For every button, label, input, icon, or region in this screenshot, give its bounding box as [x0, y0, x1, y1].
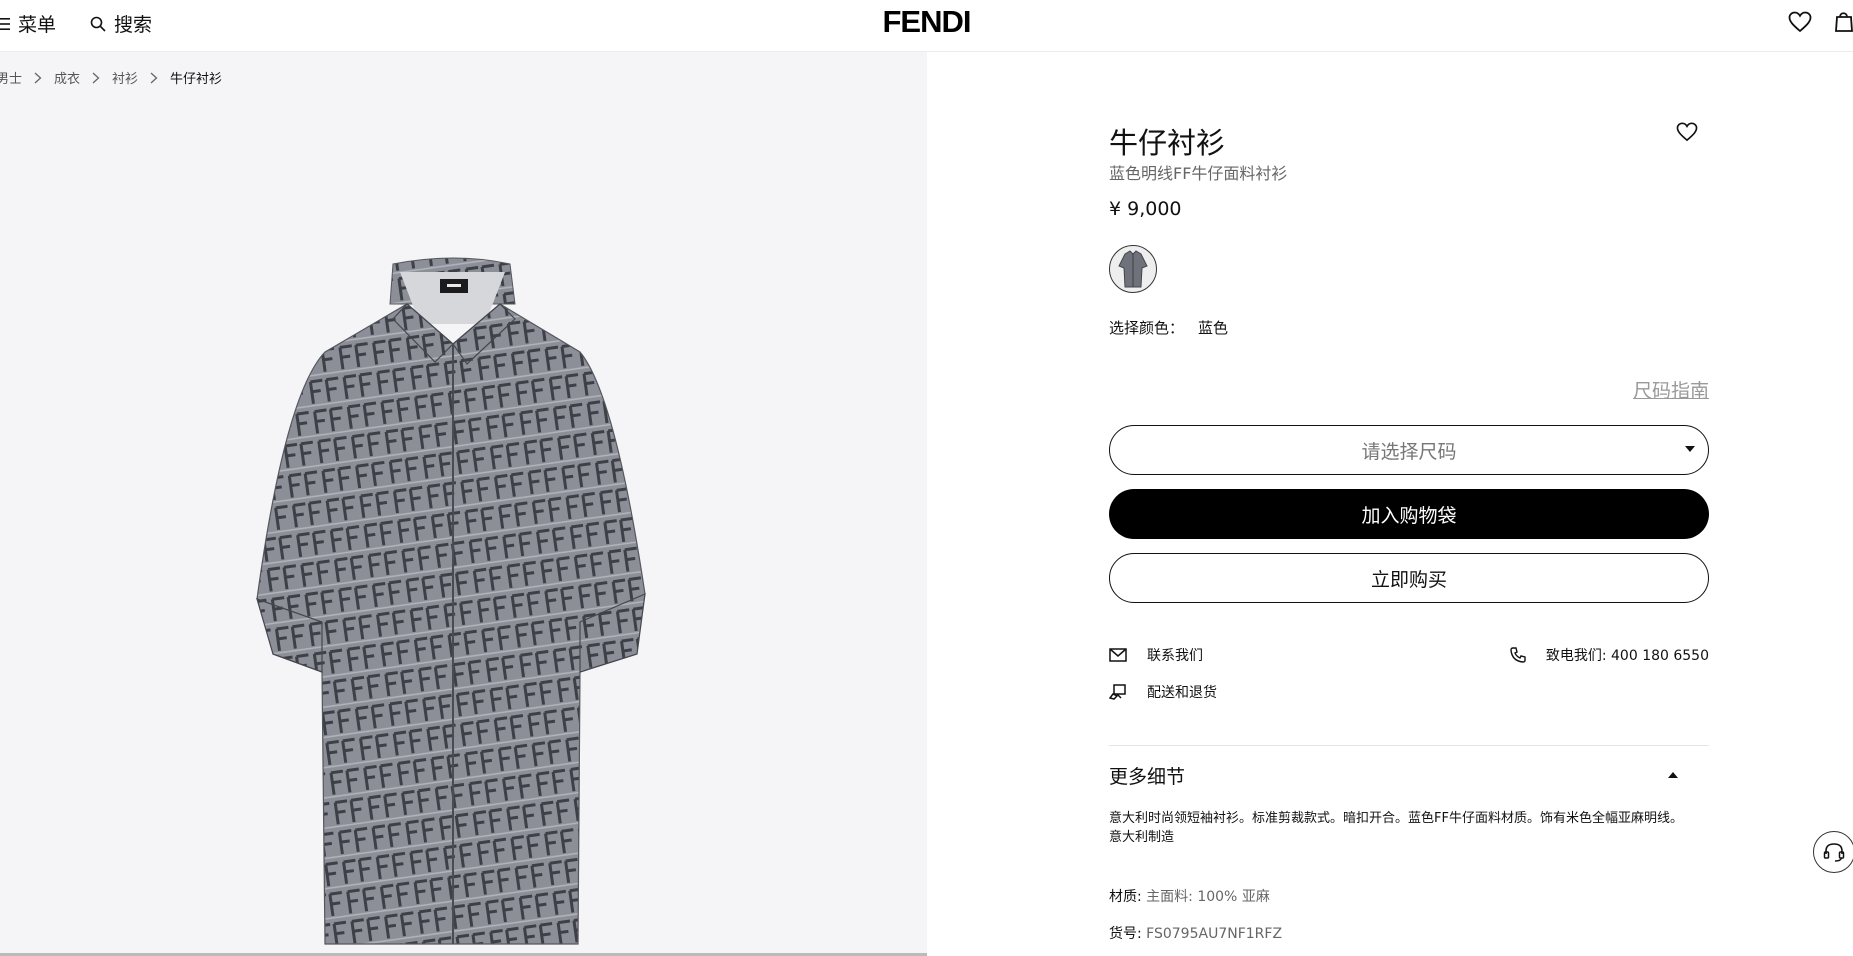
sku-value: FS0795AU7NF1RFZ — [1146, 926, 1283, 942]
wishlist-button[interactable] — [1788, 11, 1812, 37]
add-to-wishlist-button[interactable] — [1676, 122, 1698, 146]
add-to-bag-button[interactable]: 加入购物袋 — [1109, 489, 1709, 539]
menu-icon — [0, 17, 10, 30]
search-icon — [90, 16, 106, 32]
buy-now-button[interactable]: 立即购买 — [1109, 553, 1709, 603]
color-label: 选择颜色： — [1109, 319, 1185, 337]
section-divider — [1109, 745, 1709, 746]
chevron-right-icon — [150, 72, 158, 83]
chevron-right-icon — [34, 72, 42, 83]
size-guide-link[interactable]: 尺码指南 — [1633, 380, 1709, 402]
menu-label: 菜单 — [18, 14, 57, 36]
caret-down-icon — [1685, 446, 1695, 452]
more-details-heading: 更多细节 — [1109, 765, 1186, 788]
menu-button[interactable]: 菜单 — [0, 10, 56, 37]
breadcrumb-item-current: 牛仔衬衫 — [170, 72, 223, 87]
shopping-bag-button[interactable] — [1834, 9, 1853, 37]
call-us-label: 致电我们: 400 180 6550 — [1545, 648, 1709, 664]
breadcrumb-item-shirts[interactable]: 衬衫 — [112, 68, 138, 87]
breadcrumb-item-men[interactable]: 男士 — [0, 68, 22, 87]
made-in-text: 意大利制造 — [1109, 830, 1175, 845]
mail-icon — [1109, 648, 1127, 662]
caret-up-icon — [1668, 772, 1678, 778]
selected-color: 选择颜色： 蓝色 — [1109, 317, 1228, 338]
material-value: 主面料: 100% 亚麻 — [1146, 889, 1270, 905]
sku-label: 货号: — [1109, 926, 1142, 942]
delivery-returns-label: 配送和退货 — [1147, 685, 1217, 701]
material-spec: 材质: 主面料: 100% 亚麻 — [1109, 886, 1270, 906]
customer-support-button[interactable] — [1813, 831, 1853, 873]
site-header: 菜单 搜索 FENDI — [0, 0, 1853, 52]
breadcrumb-item-ready-to-wear[interactable]: 成衣 — [54, 68, 80, 87]
color-value: 蓝色 — [1198, 319, 1229, 337]
color-swatch-blue[interactable] — [1109, 245, 1157, 293]
product-image-panel: 男士 成衣 衬衫 牛仔衬衫 — [0, 52, 927, 956]
product-title: 牛仔衬衫 — [1109, 126, 1226, 160]
shirt-thumbnail-icon — [1118, 250, 1148, 288]
shopping-bag-icon — [1835, 12, 1853, 32]
breadcrumb: 男士 成衣 衬衫 牛仔衬衫 — [0, 68, 222, 87]
sku-spec: 货号: FS0795AU7NF1RFZ — [1109, 923, 1282, 943]
phone-icon — [1510, 647, 1526, 663]
product-shirt-image[interactable] — [185, 244, 745, 956]
search-button[interactable]: 搜索 — [90, 10, 152, 37]
description-text: 意大利时尚领短袖衬衫。标准剪裁款式。暗扣开合。蓝色FF牛仔面料材质。饰有米色全幅… — [1109, 811, 1683, 826]
delivery-returns-link[interactable]: 配送和退货 — [1109, 682, 1217, 702]
size-select-placeholder: 请选择尺码 — [1361, 440, 1457, 463]
product-price: ¥ 9,000 — [1109, 198, 1182, 220]
fendi-logo[interactable]: FENDI — [883, 4, 972, 39]
call-us-link[interactable]: 致电我们: 400 180 6550 — [1510, 645, 1709, 665]
product-subtitle: 蓝色明线FF牛仔面料衬衫 — [1109, 164, 1288, 183]
headset-icon — [1823, 843, 1845, 862]
delivery-icon — [1109, 684, 1126, 700]
material-label: 材质: — [1109, 889, 1142, 905]
heart-icon — [1676, 122, 1698, 142]
product-description: 意大利时尚领短袖衬衫。标准剪裁款式。暗扣开合。蓝色FF牛仔面料材质。饰有米色全幅… — [1109, 809, 1709, 847]
heart-icon — [1788, 11, 1812, 33]
contact-us-label: 联系我们 — [1147, 648, 1203, 664]
search-label: 搜索 — [114, 14, 153, 36]
contact-us-link[interactable]: 联系我们 — [1109, 645, 1203, 665]
more-details-toggle[interactable]: 更多细节 — [1109, 755, 1709, 795]
chevron-right-icon — [92, 72, 100, 83]
size-select[interactable]: 请选择尺码 — [1109, 425, 1709, 475]
